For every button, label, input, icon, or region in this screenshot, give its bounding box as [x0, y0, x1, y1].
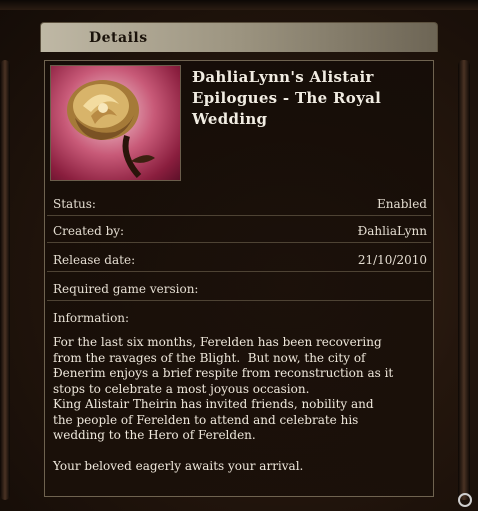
release-date-label: Release date:: [53, 253, 136, 267]
created-by-row: Created by: ĐahliaLynn: [47, 220, 431, 243]
details-tab[interactable]: Details: [40, 22, 438, 52]
rose-icon: [50, 65, 181, 181]
status-value: Enabled: [377, 197, 427, 211]
created-by-value: ĐahliaLynn: [357, 224, 427, 238]
scrollbar[interactable]: [458, 60, 470, 500]
details-panel: ĐahliaLynn's Alistair Epilogues - The Ro…: [44, 60, 434, 497]
left-scroll-edge: [0, 60, 10, 500]
created-by-label: Created by:: [53, 224, 125, 238]
mod-title: ĐahliaLynn's Alistair Epilogues - The Ro…: [192, 68, 382, 128]
status-row: Status: Enabled: [47, 193, 431, 216]
information-label: Information:: [53, 311, 130, 325]
details-tab-label: Details: [89, 30, 148, 46]
required-version-row: Required game version:: [47, 278, 431, 301]
information-text: For the last six months, Ferelden has be…: [53, 335, 394, 473]
release-date-value: 21/10/2010: [357, 253, 427, 267]
window-top-frame: [0, 0, 478, 10]
release-date-row: Release date: 21/10/2010: [47, 249, 431, 272]
required-version-label: Required game version:: [53, 282, 199, 296]
status-label: Status:: [53, 197, 96, 211]
help-icon[interactable]: [458, 493, 472, 507]
information-row: Information:: [47, 307, 431, 329]
